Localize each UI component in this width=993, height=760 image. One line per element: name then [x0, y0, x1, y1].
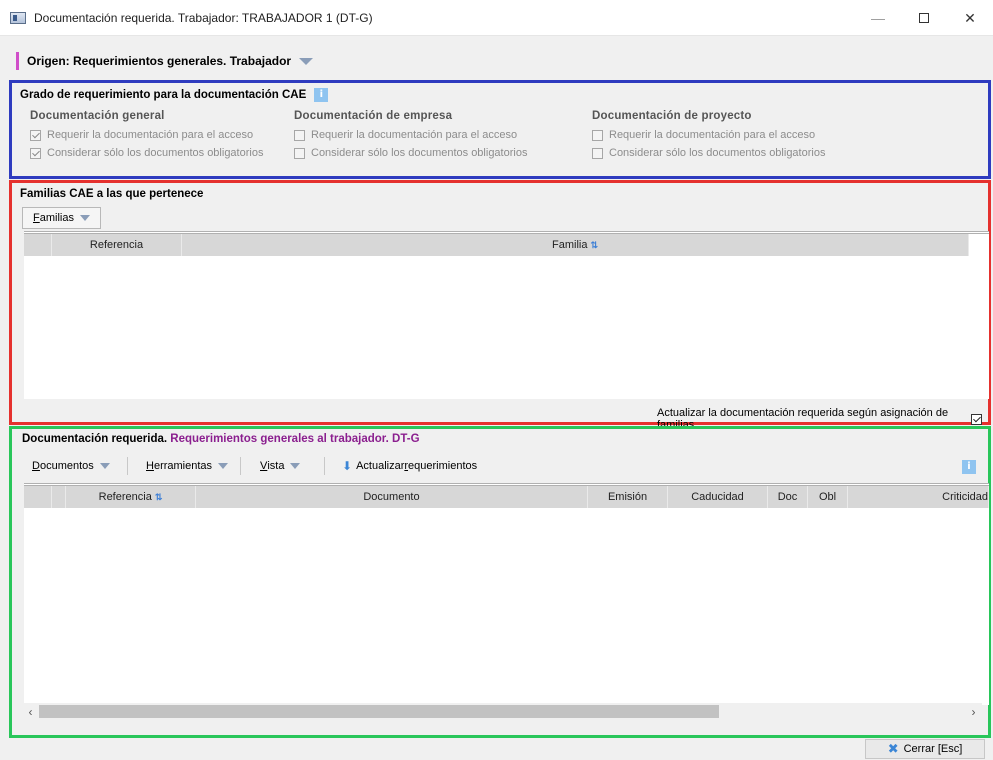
column-header-doc[interactable]: Doc: [768, 486, 808, 508]
window-title: Documentación requerida. Trabajador: TRA…: [34, 10, 373, 25]
column-header-obl[interactable]: Obl: [808, 486, 848, 508]
families-title: Familias CAE a las que pertenece: [20, 188, 204, 200]
general-doc-heading: Documentación general: [30, 110, 165, 122]
project-require-access[interactable]: Requerir la documentación para el acceso: [592, 129, 815, 141]
info-icon[interactable]: i: [314, 88, 329, 102]
toolbar-separator: [127, 457, 128, 475]
column-header-caducidad[interactable]: Caducidad: [668, 486, 768, 508]
column-header-referencia[interactable]: Referencia: [52, 234, 182, 256]
toolbar-separator: [324, 457, 325, 475]
company-require-access[interactable]: Requerir la documentación para el acceso: [294, 129, 517, 141]
checkbox[interactable]: [592, 129, 603, 141]
families-section: Familias CAE a las que pertenece Familia…: [9, 180, 991, 431]
documents-grid-header: Referencia ⇅ Documento Emisión Caducidad …: [24, 486, 989, 508]
chevron-down-icon: [290, 463, 301, 469]
close-button[interactable]: ✖ Cerrar [Esc]: [865, 739, 985, 759]
requirement-title: Grado de requerimiento para la documenta…: [20, 88, 329, 102]
maximize-icon: [919, 13, 929, 23]
checkbox[interactable]: [30, 147, 41, 159]
column-header-referencia[interactable]: Referencia ⇅: [66, 486, 196, 508]
horizontal-scrollbar[interactable]: ‹ ›: [22, 703, 982, 720]
maximize-button[interactable]: [901, 0, 947, 36]
project-only-mandatory[interactable]: Considerar sólo los documentos obligator…: [592, 147, 825, 159]
status-bar: [0, 740, 993, 760]
checkbox[interactable]: [971, 413, 982, 425]
row-selector-header: [24, 486, 52, 508]
general-only-mandatory[interactable]: Considerar sólo los documentos obligator…: [30, 147, 263, 159]
company-only-mandatory[interactable]: Considerar sólo los documentos obligator…: [294, 147, 527, 159]
project-doc-heading: Documentación de proyecto: [592, 110, 752, 122]
checkbox[interactable]: [294, 147, 305, 159]
tools-menu-button[interactable]: Herramientas: [136, 455, 238, 477]
general-require-access[interactable]: Requerir la documentación para el acceso: [30, 129, 253, 141]
app-icon: [10, 11, 26, 24]
minimize-button[interactable]: —: [855, 0, 901, 36]
column-header-familia[interactable]: Familia ⇅: [182, 234, 969, 256]
checkbox[interactable]: [30, 129, 41, 141]
checkbox[interactable]: [294, 129, 305, 141]
chevron-down-icon: [99, 463, 110, 469]
column-header-criticidad[interactable]: Criticidad: [848, 486, 989, 508]
window-controls: — ✕: [855, 0, 993, 36]
scroll-right-arrow-icon[interactable]: ›: [965, 705, 982, 719]
families-grid[interactable]: Referencia Familia ⇅: [24, 231, 989, 399]
row-state-header: [52, 486, 66, 508]
close-icon: ✖: [887, 741, 899, 757]
documents-title: Documentación requerida. Requerimientos …: [22, 433, 420, 445]
info-icon[interactable]: i: [962, 460, 976, 474]
update-requirements-button[interactable]: ⬇ Actualizar r equerimientos: [332, 455, 487, 477]
documents-grid[interactable]: Referencia ⇅ Documento Emisión Caducidad …: [24, 483, 989, 705]
origin-accent: [16, 52, 19, 70]
chevron-down-icon[interactable]: [299, 57, 314, 65]
scrollbar-thumb[interactable]: [39, 705, 719, 718]
chevron-down-icon: [218, 463, 229, 469]
origin-bar[interactable]: Origen: Requerimientos generales. Trabaj…: [10, 47, 990, 75]
view-menu-button[interactable]: Vista: [250, 455, 310, 477]
sort-icon: ⇅: [154, 491, 163, 502]
checkbox[interactable]: [592, 147, 603, 159]
documents-section: Documentación requerida. Requerimientos …: [9, 426, 991, 738]
column-header-documento[interactable]: Documento: [196, 486, 588, 508]
close-window-button[interactable]: ✕: [947, 0, 993, 36]
families-menu-button[interactable]: Familias: [22, 207, 101, 229]
company-doc-heading: Documentación de empresa: [294, 110, 453, 122]
origin-label: Origen: Requerimientos generales. Trabaj…: [27, 54, 292, 68]
row-selector-header: [24, 234, 52, 256]
window-titlebar: Documentación requerida. Trabajador: TRA…: [0, 0, 993, 36]
sort-icon: ⇅: [590, 239, 598, 250]
families-grid-header: Referencia Familia ⇅: [24, 234, 969, 256]
toolbar-separator: [240, 457, 241, 475]
chevron-down-icon: [79, 215, 90, 221]
documents-menu-button[interactable]: Documentos: [22, 455, 120, 477]
scroll-left-arrow-icon[interactable]: ‹: [22, 705, 39, 719]
download-arrow-icon: ⬇: [342, 459, 353, 473]
requirement-section: Grado de requerimiento para la documenta…: [9, 80, 991, 179]
column-header-emision[interactable]: Emisión: [588, 486, 668, 508]
